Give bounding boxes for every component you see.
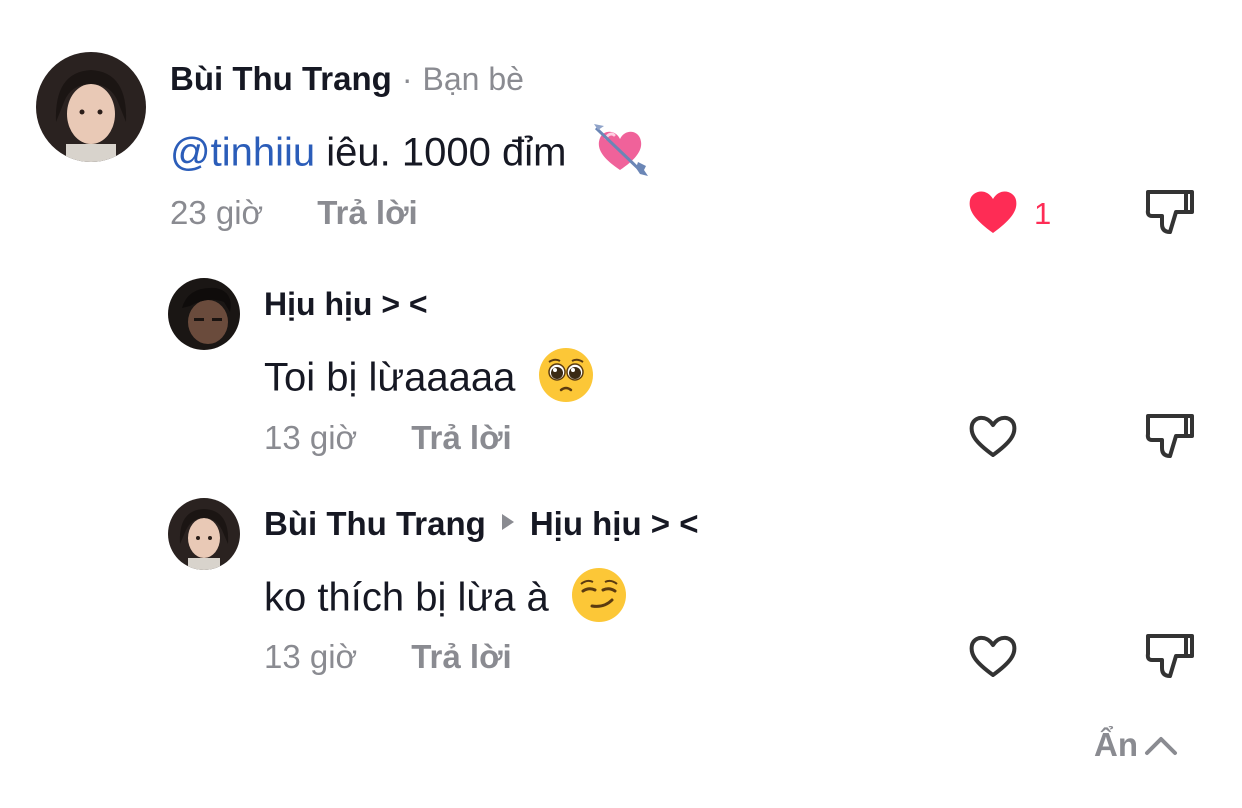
reply-time: 13 giờ: [264, 638, 358, 675]
author-name[interactable]: Bùi Thu Trang: [170, 60, 392, 98]
reply-meta: 13 giờ Trả lời: [264, 638, 512, 676]
reply-author-name[interactable]: Bùi Thu Trang: [264, 505, 486, 543]
like-button[interactable]: 1: [966, 186, 1051, 241]
friend-badge: Bạn bè: [422, 61, 524, 97]
like-count: 1: [1034, 195, 1052, 231]
reply-button[interactable]: Trả lời: [411, 638, 512, 676]
reply-to-name[interactable]: Hịu hịu > <: [530, 505, 699, 543]
reply-text: Toi bị lừaaaaa: [264, 346, 595, 414]
heart-filled-icon: [966, 186, 1020, 241]
friend-dot: ·: [401, 61, 413, 97]
thumbs-down-icon: [1144, 190, 1196, 242]
heart-outline-icon: [966, 635, 1020, 684]
hide-label: Ẩn: [1094, 726, 1138, 763]
reply-header: Bùi Thu Trang Hịu hịu > <: [264, 505, 699, 543]
avatar[interactable]: [36, 52, 146, 162]
comment-meta: 23 giờ Trả lời: [170, 194, 418, 232]
reply-time: 13 giờ: [264, 419, 358, 456]
reply-text: ko thích bị lừa à: [264, 566, 628, 634]
thumbs-down-icon: [1144, 634, 1196, 686]
dislike-button[interactable]: [1144, 410, 1196, 467]
reply-author-name[interactable]: Hịu hịu > <: [264, 286, 428, 323]
thumbs-down-icon: [1144, 414, 1196, 466]
reply-body: ko thích bị lừa à: [264, 575, 549, 620]
mention-link[interactable]: @tinhiiu: [170, 131, 315, 175]
reply-meta: 13 giờ Trả lời: [264, 419, 512, 457]
heart-outline-icon: [966, 415, 1020, 464]
comment-body: iêu. 1000 đỉm: [315, 130, 567, 175]
dislike-button[interactable]: [1144, 630, 1196, 687]
dislike-button[interactable]: [1144, 186, 1196, 243]
like-button[interactable]: [966, 630, 1020, 685]
like-button[interactable]: [966, 410, 1020, 465]
reply-body: Toi bị lừaaaaa: [264, 355, 516, 400]
comment-time: 23 giờ: [170, 194, 264, 231]
comment-text: @tinhiiu iêu. 1000 đỉm: [170, 122, 648, 188]
hide-replies-button[interactable]: Ẩn: [1094, 726, 1178, 764]
reply-button[interactable]: Trả lời: [317, 194, 418, 232]
heart-with-arrow-icon: [592, 122, 648, 188]
chevron-up-icon: [1144, 726, 1178, 764]
reply-button[interactable]: Trả lời: [411, 419, 512, 457]
comment-header: Bùi Thu Trang · Bạn bè: [170, 60, 524, 98]
caret-right-icon: [500, 513, 516, 536]
pleading-face-icon: [537, 346, 595, 414]
smirking-face-icon: [570, 566, 628, 634]
reply-avatar[interactable]: [168, 498, 240, 570]
reply-avatar[interactable]: [168, 278, 240, 350]
